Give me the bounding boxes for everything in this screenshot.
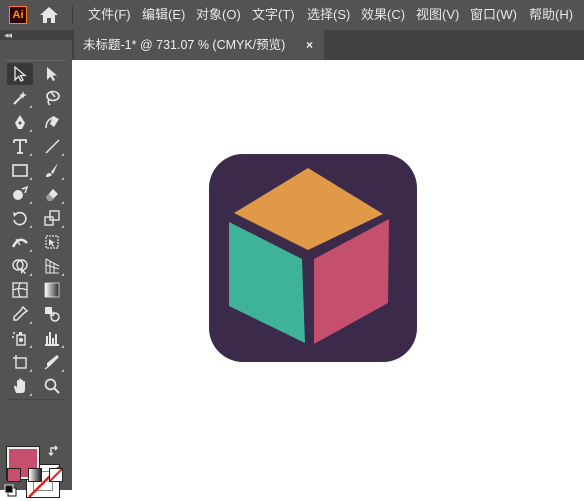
paintbrush-tool-icon[interactable]	[39, 159, 65, 181]
eyedropper-tool-icon[interactable]	[7, 303, 33, 325]
menu-edit[interactable]: 编辑(E)	[142, 0, 185, 30]
menu-view[interactable]: 视图(V)	[416, 0, 459, 30]
menu-file[interactable]: 文件(F)	[88, 0, 131, 30]
perspective-grid-tool-icon[interactable]	[39, 255, 65, 277]
type-tool-icon[interactable]	[7, 135, 33, 157]
menu-effect[interactable]: 效果(C)	[361, 0, 405, 30]
eraser-tool-icon[interactable]	[39, 183, 65, 205]
artboard-canvas[interactable]	[74, 60, 584, 490]
swap-arrows-icon[interactable]	[48, 444, 62, 458]
menu-help[interactable]: 帮助(H)	[529, 0, 573, 30]
shaper-tool-icon[interactable]	[7, 183, 33, 205]
selection-tool-icon[interactable]	[7, 63, 33, 85]
document-tab-title: 未标题-1* @ 731.07 % (CMYK/预览)	[83, 38, 286, 52]
app-logo: Ai	[9, 6, 27, 24]
menu-object[interactable]: 对象(O)	[196, 0, 241, 30]
line-segment-tool-icon[interactable]	[39, 135, 65, 157]
pen-tool-icon[interactable]	[7, 111, 33, 133]
tools-panel	[0, 40, 72, 498]
menu-type[interactable]: 文字(T)	[252, 0, 295, 30]
menu-bar: Ai 文件(F) 编辑(E) 对象(O) 文字(T) 选择(S) 效果(C) 视…	[0, 0, 584, 30]
free-transform-tool-icon[interactable]	[39, 231, 65, 253]
rotate-tool-icon[interactable]	[7, 207, 33, 229]
width-tool-icon[interactable]	[7, 231, 33, 253]
toolbar-divider	[6, 399, 66, 400]
shape-builder-tool-icon[interactable]	[7, 255, 33, 277]
artboard-tool-icon[interactable]	[7, 351, 33, 373]
blend-tool-icon[interactable]	[39, 303, 65, 325]
menu-select[interactable]: 选择(S)	[307, 0, 350, 30]
home-icon[interactable]	[38, 5, 60, 25]
document-tab-bar: ◂◂ 未标题-1* @ 731.07 % (CMYK/预览) ×	[0, 30, 584, 60]
lasso-tool-icon[interactable]	[39, 87, 65, 109]
close-tab-icon[interactable]: ×	[306, 30, 313, 60]
hand-tool-icon[interactable]	[7, 375, 33, 397]
column-graph-tool-icon[interactable]	[39, 327, 65, 349]
symbol-sprayer-tool-icon[interactable]	[7, 327, 33, 349]
slice-tool-icon[interactable]	[39, 351, 65, 373]
color-mode-icon[interactable]	[7, 468, 21, 482]
zoom-tool-icon[interactable]	[39, 375, 65, 397]
menu-window[interactable]: 窗口(W)	[470, 0, 517, 30]
scale-tool-icon[interactable]	[39, 207, 65, 229]
none-mode-icon[interactable]	[49, 468, 63, 482]
cube-app-icon-artwork[interactable]	[209, 154, 417, 362]
curvature-tool-icon[interactable]	[39, 111, 65, 133]
menu-separator	[72, 6, 73, 24]
gradient-mode-icon[interactable]	[28, 468, 42, 482]
panel-grip[interactable]	[6, 60, 66, 61]
document-tab[interactable]: 未标题-1* @ 731.07 % (CMYK/预览) ×	[74, 30, 324, 60]
default-colors-icon[interactable]	[4, 484, 18, 498]
direct-selection-tool-icon[interactable]	[39, 63, 65, 85]
gradient-tool-icon[interactable]	[39, 279, 65, 301]
magic-wand-tool-icon[interactable]	[7, 87, 33, 109]
rectangle-tool-icon[interactable]	[7, 159, 33, 181]
mesh-tool-icon[interactable]	[7, 279, 33, 301]
